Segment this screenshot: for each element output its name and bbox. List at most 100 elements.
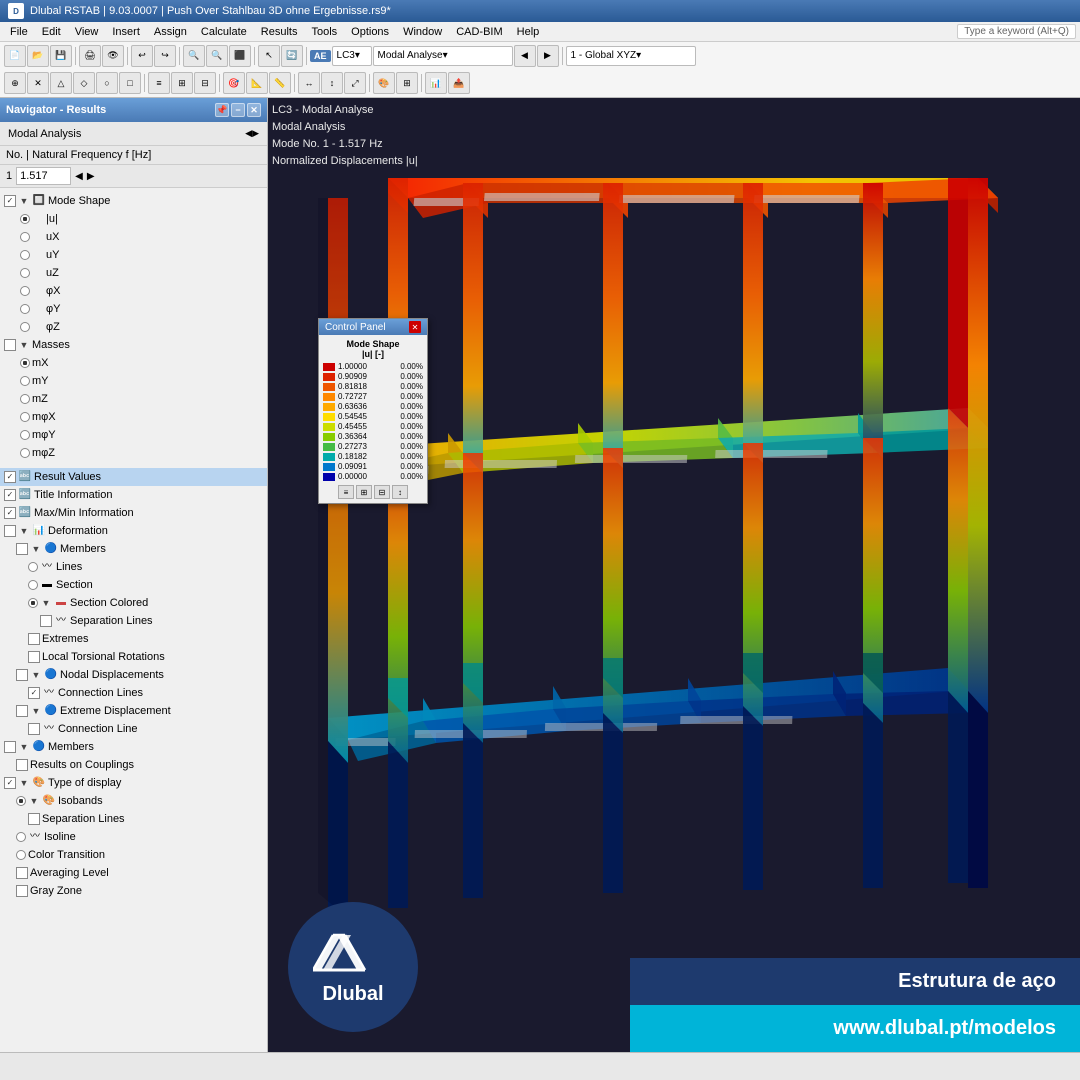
freq-value-input[interactable] [16, 167, 71, 185]
cp-btn-2[interactable]: ⊞ [356, 485, 372, 499]
tree-item-phiz[interactable]: φZ [0, 318, 267, 336]
tree-radio-u-abs[interactable] [20, 214, 30, 224]
menu-results[interactable]: Results [255, 25, 304, 39]
toolbar-btn-r1[interactable]: ⊕ [4, 72, 26, 94]
tree-radio-phix[interactable] [20, 286, 30, 296]
tree-radio-phiz[interactable] [20, 322, 30, 332]
menu-help[interactable]: Help [511, 25, 546, 39]
tree-radio-lines[interactable] [28, 562, 38, 572]
tree-expand-mode-shape[interactable]: ▼ [18, 195, 30, 207]
toolbar-btn-export[interactable]: 📤 [448, 72, 470, 94]
toolbar-btn-r11[interactable]: 📐 [246, 72, 268, 94]
tree-checkbox-type-display[interactable] [4, 777, 16, 789]
tree-expand-masses[interactable]: ▼ [18, 339, 30, 351]
toolbar-btn-r9[interactable]: ⊟ [194, 72, 216, 94]
tree-checkbox-extremes[interactable] [28, 633, 40, 645]
tree-checkbox-title-info[interactable] [4, 489, 16, 501]
toolbar-btn-fit[interactable]: ⬛ [229, 45, 251, 67]
tree-item-deformation[interactable]: ▼ 📊 Deformation [0, 522, 267, 540]
tree-item-members-main[interactable]: ▼ 🔵 Members [0, 738, 267, 756]
tree-item-title-info[interactable]: 🔤 Title Information [0, 486, 267, 504]
tree-item-result-values[interactable]: 🔤 Result Values [0, 468, 267, 486]
freq-nav-next[interactable]: ▶ [87, 171, 95, 182]
tree-item-connection-line[interactable]: 〰 Connection Line [0, 720, 267, 738]
toolbar-btn-save[interactable]: 💾 [50, 45, 72, 67]
tree-checkbox-separation-lines2[interactable] [28, 813, 40, 825]
tree-radio-section-colored[interactable] [28, 598, 38, 608]
cp-btn-4[interactable]: ↕ [392, 485, 408, 499]
tree-item-ux[interactable]: uX [0, 228, 267, 246]
tree-checkbox-gray-zone[interactable] [16, 885, 28, 897]
tree-item-section[interactable]: ▬ Section [0, 576, 267, 594]
tree-checkbox-result-values[interactable] [4, 471, 16, 483]
tree-expand-extreme-displacement[interactable]: ▼ [30, 705, 42, 717]
tree-radio-section[interactable] [28, 580, 38, 590]
tree-checkbox-connection-lines[interactable] [28, 687, 40, 699]
tree-item-my[interactable]: mY [0, 372, 267, 390]
tree-radio-uz[interactable] [20, 268, 30, 278]
tree-item-mz[interactable]: mZ [0, 390, 267, 408]
tree-expand-section-colored[interactable]: ▼ [40, 597, 52, 609]
cp-btn-1[interactable]: ≡ [338, 485, 354, 499]
tree-checkbox-averaging-level[interactable] [16, 867, 28, 879]
tree-expand-members-def[interactable]: ▼ [30, 543, 42, 555]
tree-item-extremes[interactable]: Extremes [0, 630, 267, 648]
tree-checkbox-connection-line[interactable] [28, 723, 40, 735]
tree-radio-my[interactable] [20, 376, 30, 386]
toolbar-btn-r6[interactable]: □ [119, 72, 141, 94]
toolbar-btn-r2[interactable]: ✕ [27, 72, 49, 94]
tree-checkbox-mode-shape[interactable] [4, 195, 16, 207]
toolbar-btn-rotate[interactable]: 🔄 [281, 45, 303, 67]
menu-cad-bim[interactable]: CAD-BIM [450, 25, 508, 39]
nav-pin-button[interactable]: 📌 [215, 103, 229, 117]
nav-tab[interactable]: Modal Analysis ◀▶ [0, 122, 267, 146]
toolbar-btn-r15[interactable]: ⤢ [344, 72, 366, 94]
tree-item-phiy[interactable]: φY [0, 300, 267, 318]
tree-item-extreme-displacement[interactable]: ▼ 🔵 Extreme Displacement [0, 702, 267, 720]
toolbar-btn-open[interactable]: 📂 [27, 45, 49, 67]
tree-checkbox-results-couplings[interactable] [16, 759, 28, 771]
tree-radio-mphiy[interactable] [20, 430, 30, 440]
tree-item-mphiy[interactable]: mφY [0, 426, 267, 444]
tree-item-phix[interactable]: φX [0, 282, 267, 300]
tree-checkbox-deformation[interactable] [4, 525, 16, 537]
tree-checkbox-members-def[interactable] [16, 543, 28, 555]
toolbar-btn-r3[interactable]: △ [50, 72, 72, 94]
toolbar-btn-zoom-in[interactable]: 🔍 [183, 45, 205, 67]
tree-item-local-torsional[interactable]: Local Torsional Rotations [0, 648, 267, 666]
toolbar-btn-r13[interactable]: ↔ [298, 72, 320, 94]
nav-close-button[interactable]: ✕ [247, 103, 261, 117]
tree-item-type-display[interactable]: ▼ 🎨 Type of display [0, 774, 267, 792]
lc-dropdown[interactable]: LC3▾ [332, 46, 372, 66]
toolbar-btn-r4[interactable]: ◇ [73, 72, 95, 94]
control-panel-close-button[interactable]: ✕ [409, 321, 421, 333]
toolbar-btn-new[interactable]: 📄 [4, 45, 26, 67]
tree-item-averaging-level[interactable]: Averaging Level [0, 864, 267, 882]
toolbar-btn-next-lc[interactable]: ▶ [537, 45, 559, 67]
tree-expand-type-display[interactable]: ▼ [18, 777, 30, 789]
tree-item-lines[interactable]: 〰 Lines [0, 558, 267, 576]
tree-radio-mphix[interactable] [20, 412, 30, 422]
tree-checkbox-local-torsional[interactable] [28, 651, 40, 663]
tree-item-section-colored[interactable]: ▼ ▬ Section Colored [0, 594, 267, 612]
tree-checkbox-members-main[interactable] [4, 741, 16, 753]
tree-item-mphix[interactable]: mφX [0, 408, 267, 426]
toolbar-btn-table[interactable]: 📊 [425, 72, 447, 94]
tree-item-u-abs[interactable]: |u| [0, 210, 267, 228]
toolbar-btn-preview[interactable]: 👁 [102, 45, 124, 67]
tree-checkbox-masses[interactable] [4, 339, 16, 351]
coord-dropdown[interactable]: 1 - Global XYZ▾ [566, 46, 696, 66]
tree-item-isoline[interactable]: 〰 Isoline [0, 828, 267, 846]
toolbar-btn-zoom-out[interactable]: 🔍 [206, 45, 228, 67]
toolbar-btn-r5[interactable]: ○ [96, 72, 118, 94]
toolbar-btn-redo[interactable]: ↪ [154, 45, 176, 67]
tree-radio-mphiz[interactable] [20, 448, 30, 458]
search-bar[interactable]: Type a keyword (Alt+Q) [957, 24, 1076, 39]
tree-radio-color-transition[interactable] [16, 850, 26, 860]
tree-item-connection-lines[interactable]: 〰 Connection Lines [0, 684, 267, 702]
toolbar-btn-print[interactable]: 🖨 [79, 45, 101, 67]
toolbar-btn-r14[interactable]: ↕ [321, 72, 343, 94]
tree-radio-mz[interactable] [20, 394, 30, 404]
toolbar-btn-mesh[interactable]: ⊞ [396, 72, 418, 94]
tree-item-isobands[interactable]: ▼ 🎨 Isobands [0, 792, 267, 810]
